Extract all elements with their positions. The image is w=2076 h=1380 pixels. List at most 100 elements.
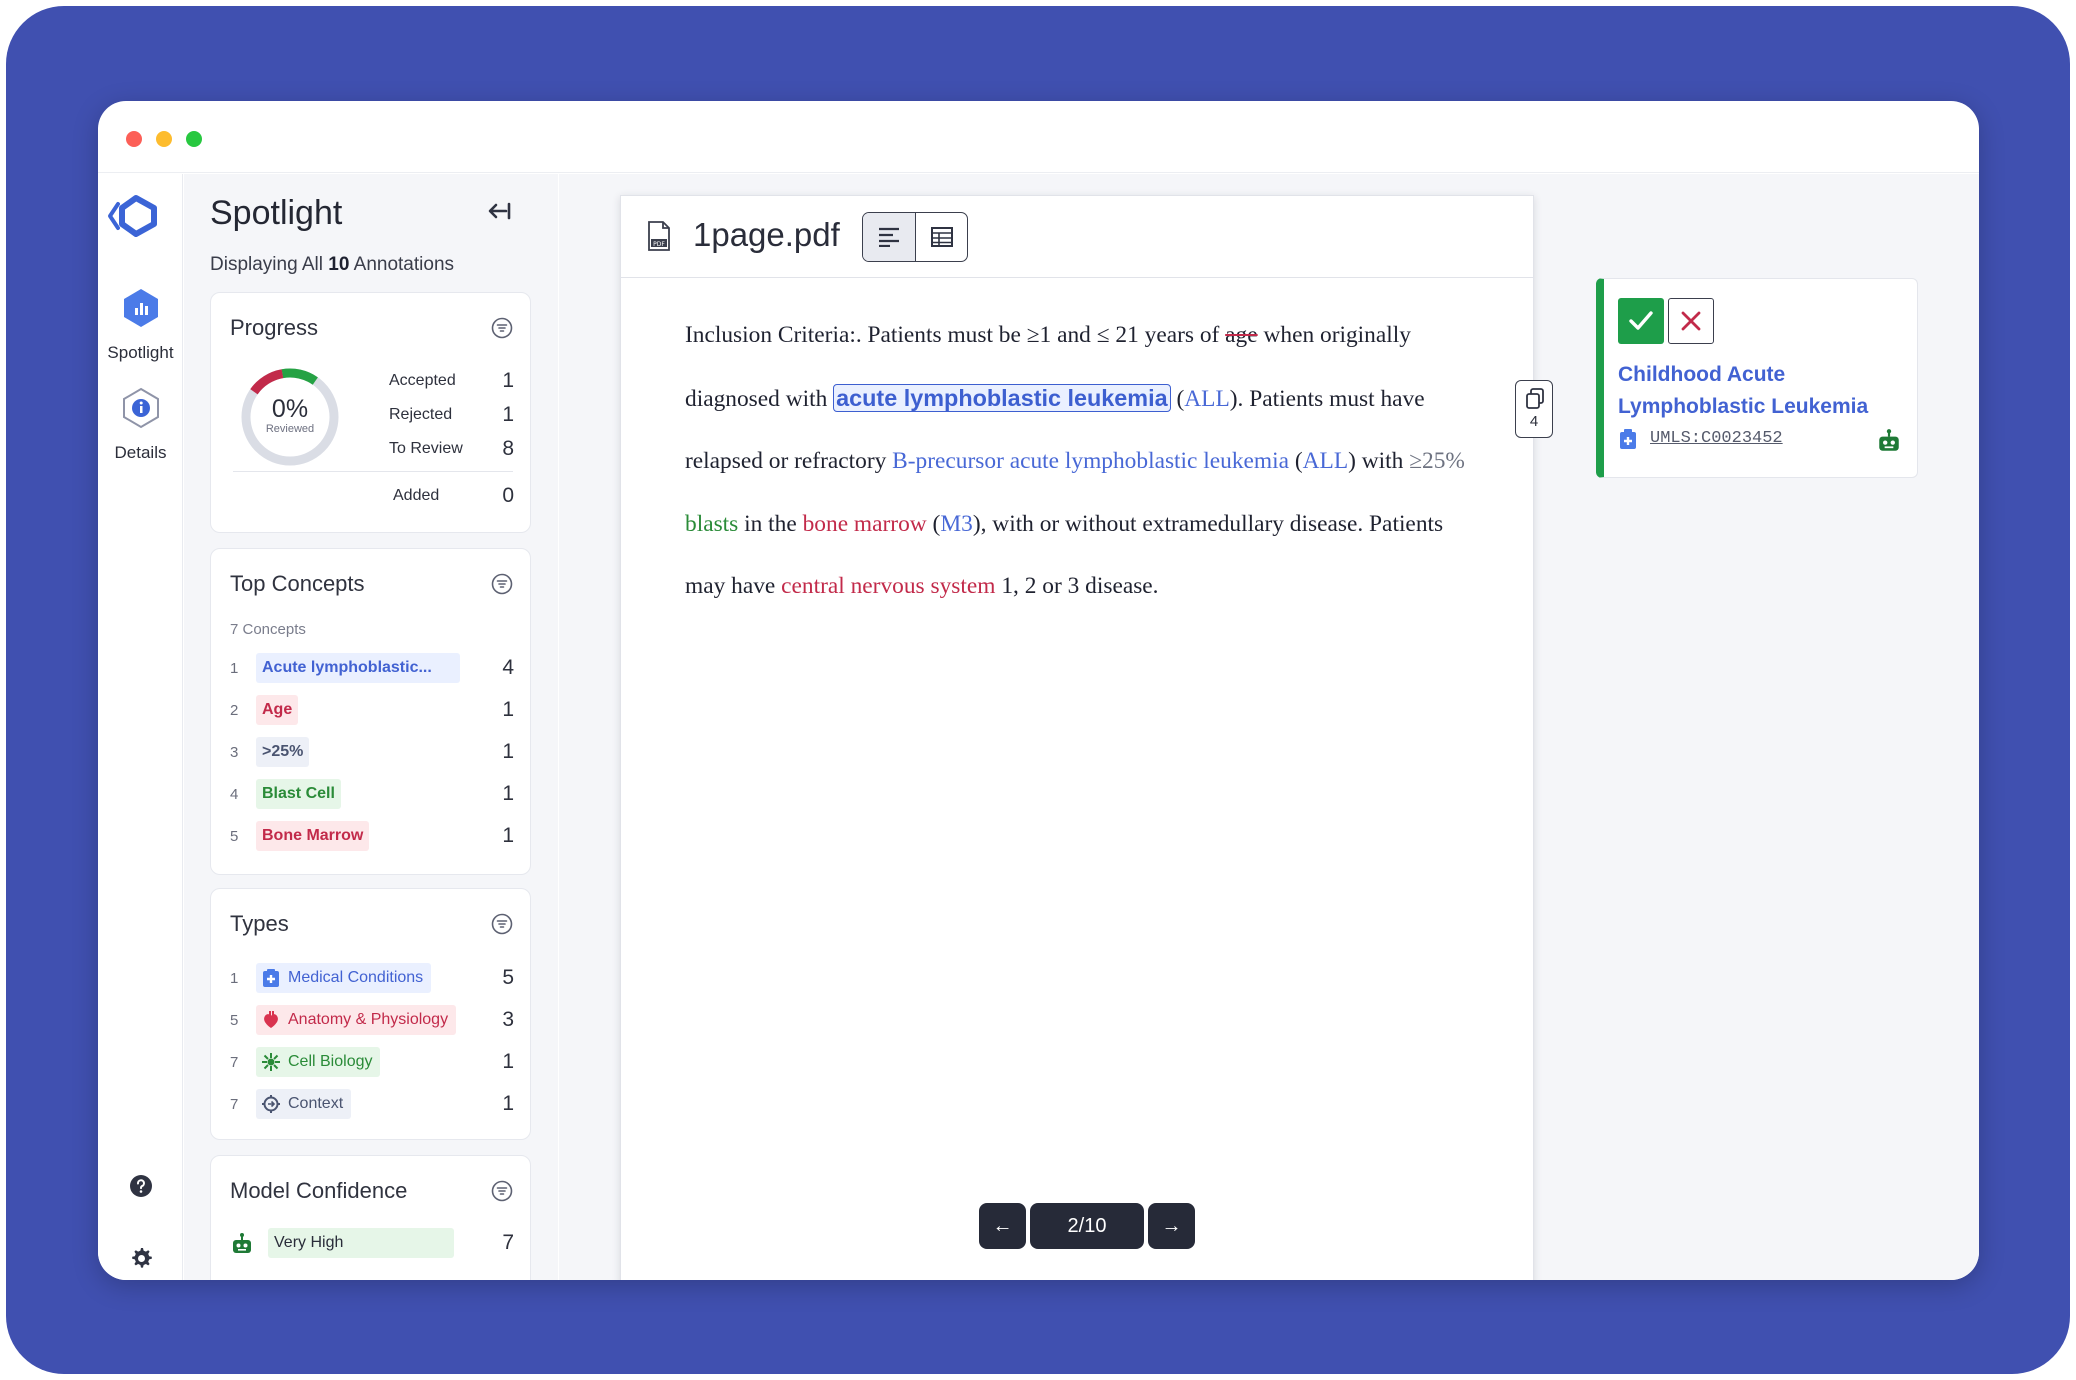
entity-b-precursor-all[interactable]: B-precursor acute lymphoblastic leukemia xyxy=(892,448,1289,474)
close-icon xyxy=(1681,311,1701,331)
reject-button[interactable] xyxy=(1668,298,1714,344)
progress-value: 8 xyxy=(502,437,514,460)
close-window-button[interactable] xyxy=(126,131,142,147)
text-view-button[interactable] xyxy=(863,213,916,261)
arrow-right-icon: → xyxy=(1161,1215,1182,1237)
concept-rank: 3 xyxy=(230,744,239,761)
svg-text:PDF: PDF xyxy=(653,241,665,248)
rail-item-details[interactable]: Details xyxy=(98,386,183,463)
concept-row[interactable]: 2 Age 1 xyxy=(230,695,514,727)
progress-label: Rejected xyxy=(389,406,453,423)
annotation-card[interactable]: Childhood Acute Lymphoblastic Leukemia U… xyxy=(1596,278,1918,478)
panel-title: Spotlight xyxy=(210,194,343,232)
type-row-context[interactable]: 7 Context 1 xyxy=(230,1089,514,1121)
progress-divider xyxy=(233,471,513,472)
entity-central-nervous-system[interactable]: central nervous system xyxy=(781,573,995,599)
table-view-icon xyxy=(931,227,953,247)
entity-bone-marrow[interactable]: bone marrow xyxy=(803,511,927,537)
next-page-button[interactable]: → xyxy=(1148,1203,1195,1249)
type-rank: 7 xyxy=(230,1054,239,1071)
text-run: Inclusion Criteria:. Patients must be ≥1… xyxy=(685,322,1226,348)
entity-acute-lymphoblastic-leukemia-selected[interactable]: acute lymphoblastic leukemia xyxy=(833,383,1171,412)
document-header: PDF 1page.pdf xyxy=(621,196,1533,278)
confidence-row-very-high[interactable]: Very High 7 xyxy=(230,1228,514,1260)
duplicate-count: 4 xyxy=(1529,413,1539,430)
concept-count: 1 xyxy=(502,740,514,763)
type-label: Anatomy & Physiology xyxy=(288,1011,449,1028)
document-page: PDF 1page.pdf Inclusion Criteria:. Patie… xyxy=(620,195,1534,1280)
concept-row[interactable]: 3 >25% 1 xyxy=(230,737,514,769)
concept-row[interactable]: 4 Blast Cell 1 xyxy=(230,779,514,811)
entity-percentage[interactable]: ≥25% xyxy=(1409,448,1465,474)
concept-rank: 5 xyxy=(230,828,239,845)
progress-row-rejected: Rejected 1 xyxy=(389,403,514,426)
entity-m3[interactable]: M3 xyxy=(940,511,973,537)
concepts-count: 7 Concepts xyxy=(230,621,306,638)
type-row-medical-conditions[interactable]: 1 Medical Conditions 5 xyxy=(230,963,514,995)
concept-row[interactable]: 1 Acute lymphoblastic... 4 xyxy=(230,653,514,685)
type-row-anatomy[interactable]: 5 Anatomy & Physiology 3 xyxy=(230,1005,514,1037)
prev-page-button[interactable]: ← xyxy=(979,1203,1026,1249)
type-row-cell-biology[interactable]: 7 Cell Biology 1 xyxy=(230,1047,514,1079)
minimize-window-button[interactable] xyxy=(156,131,172,147)
card-title: Progress xyxy=(230,315,319,340)
medical-conditions-icon xyxy=(1620,429,1636,449)
duplicate-count-badge[interactable]: 4 xyxy=(1515,380,1553,438)
progress-percent: 0% xyxy=(271,395,309,423)
filter-icon[interactable] xyxy=(491,913,513,935)
umls-code-link[interactable]: UMLS:C0023452 xyxy=(1650,429,1783,448)
maximize-window-button[interactable] xyxy=(186,131,202,147)
text-run: in the xyxy=(738,510,803,537)
icon-rail: Spotlight Details xyxy=(98,174,183,1280)
spotlight-icon xyxy=(123,289,158,327)
help-icon[interactable] xyxy=(129,1174,153,1198)
card-title: Model Confidence xyxy=(230,1178,408,1203)
collapse-panel-icon[interactable] xyxy=(484,196,514,226)
annotation-concept-name[interactable]: Childhood Acute Lymphoblastic Leukemia xyxy=(1618,359,1918,423)
entity-all[interactable]: ALL xyxy=(1303,448,1348,474)
filter-icon[interactable] xyxy=(491,1180,513,1202)
robot-icon xyxy=(1879,429,1899,451)
type-rank: 7 xyxy=(230,1096,239,1113)
concept-tag: Age xyxy=(256,695,299,725)
progress-label: Accepted xyxy=(389,372,456,389)
document-filename: 1page.pdf xyxy=(693,216,840,253)
progress-value: 1 xyxy=(502,403,514,426)
text-run: ( xyxy=(1170,385,1185,412)
anatomy-icon xyxy=(264,1011,278,1028)
type-rank: 5 xyxy=(230,1012,239,1029)
type-tag: Anatomy & Physiology xyxy=(256,1005,457,1035)
logo-icon[interactable] xyxy=(104,192,168,240)
concept-rank: 4 xyxy=(230,786,239,803)
view-mode-toggle xyxy=(862,212,968,262)
entity-age[interactable]: age xyxy=(1225,322,1257,348)
text-run: ) with xyxy=(1348,448,1410,475)
type-tag: Medical Conditions xyxy=(256,963,432,993)
accept-button[interactable] xyxy=(1618,298,1664,344)
filter-icon[interactable] xyxy=(491,573,513,595)
document-text: Inclusion Criteria:. Patients must be ≥1… xyxy=(685,304,1485,618)
subtitle-prefix: Displaying All xyxy=(210,254,323,275)
concept-tag: >25% xyxy=(256,737,310,767)
table-view-button[interactable] xyxy=(916,213,967,261)
entity-all[interactable]: ALL xyxy=(1184,386,1229,412)
page-number: 2/10 xyxy=(1067,1215,1107,1237)
progress-value: 1 xyxy=(502,369,514,392)
concept-row[interactable]: 5 Bone Marrow 1 xyxy=(230,821,514,853)
type-count: 3 xyxy=(502,1008,514,1031)
spotlight-panel: Spotlight Displaying All 10 Annotations … xyxy=(184,174,558,1280)
filter-icon[interactable] xyxy=(491,317,513,339)
progress-percent-label: Reviewed xyxy=(265,423,315,435)
gear-icon[interactable] xyxy=(129,1246,153,1270)
rail-item-label: Details xyxy=(114,443,167,462)
copy-icon xyxy=(1526,388,1544,409)
entity-blasts[interactable]: blasts xyxy=(685,511,738,537)
top-concepts-card: Top Concepts 7 Concepts 1 Acute lymphobla… xyxy=(210,548,531,875)
progress-card: Progress 0% Reviewed Accepted 1 Rejected… xyxy=(210,292,531,533)
text-run: 1, 2 or 3 disease. xyxy=(995,573,1159,600)
rail-item-spotlight[interactable]: Spotlight xyxy=(98,286,183,363)
type-count: 1 xyxy=(502,1050,514,1073)
text-view-icon xyxy=(879,227,899,247)
concept-tag: Bone Marrow xyxy=(256,821,370,851)
progress-row-to-review: To Review 8 xyxy=(389,437,514,460)
